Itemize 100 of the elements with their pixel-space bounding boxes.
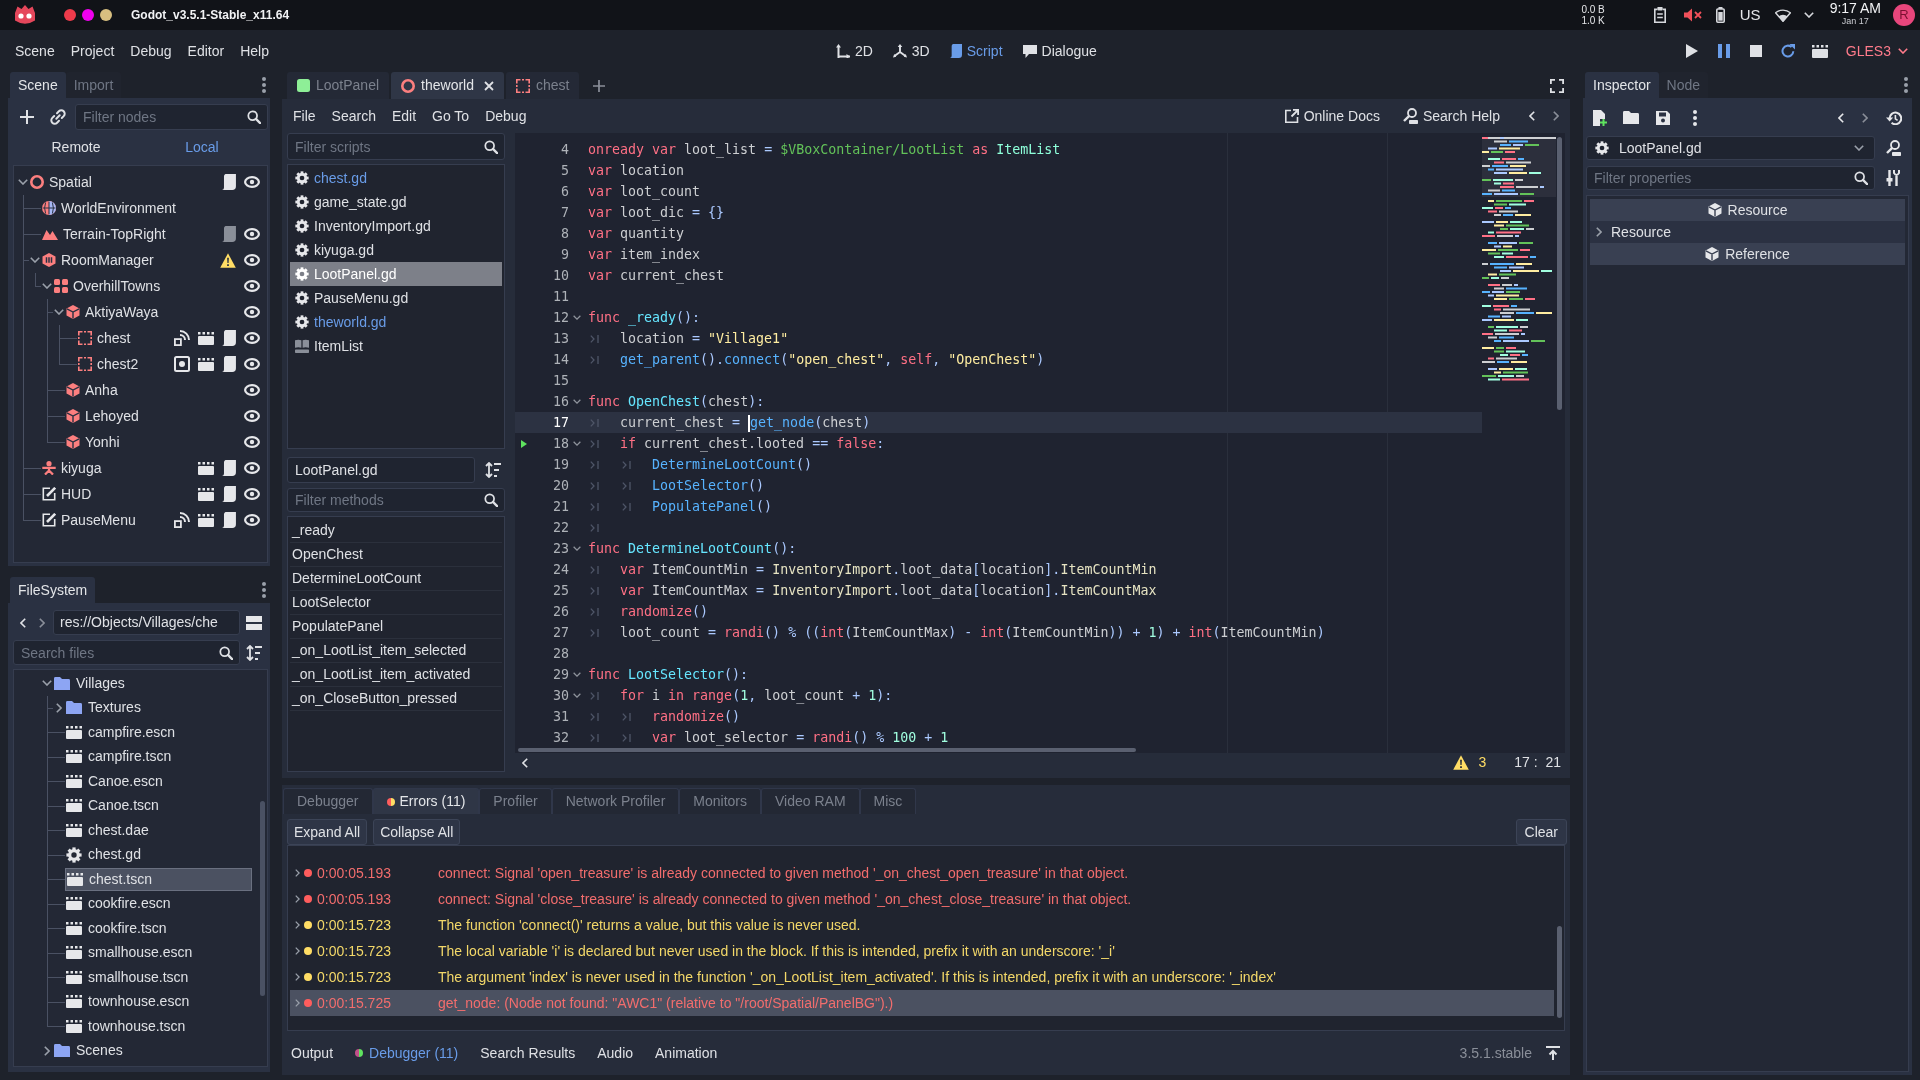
chevron-right-icon[interactable] [44, 1045, 50, 1056]
clapperboard-icon[interactable] [198, 513, 214, 527]
sort-icon[interactable] [485, 462, 501, 478]
script-item[interactable]: chest.gd [290, 166, 502, 190]
tree-item[interactable]: chest.dae [65, 818, 252, 842]
script-item[interactable]: game_state.gd [290, 190, 502, 214]
kebab-icon[interactable] [1904, 77, 1908, 93]
method-item[interactable]: OpenChest [290, 543, 502, 567]
clipboard-icon[interactable] [1653, 7, 1666, 23]
document-icon[interactable] [222, 330, 236, 346]
filter-field[interactable]: Filter methods [287, 488, 505, 512]
workspace-button[interactable]: 2D [825, 36, 883, 66]
method-item[interactable]: LootSelector [290, 591, 502, 615]
eye-icon[interactable] [244, 306, 260, 318]
tree-item[interactable]: Yonhi [66, 431, 120, 453]
tree-item[interactable]: cookfire.escn [65, 892, 252, 916]
tree-item[interactable]: smallhouse.tscn [65, 965, 252, 989]
chevron-down-icon[interactable] [42, 680, 52, 687]
chevron-down-icon[interactable] [54, 309, 64, 315]
chevron-left-icon[interactable] [522, 757, 528, 768]
log-row[interactable]: 0:00:15.723 The argument 'index' is never used in the function '_on_LootList_item_activated'. If this is intended, prefix it with an underscore: '_index' [290, 964, 1554, 990]
menu-item[interactable]: Debug [477, 104, 535, 128]
menu-item[interactable]: Go To [424, 104, 478, 128]
chevron-right-icon[interactable] [56, 702, 62, 713]
dock-tab[interactable]: Inspector [1585, 72, 1659, 98]
menu-item[interactable]: Scene [7, 37, 63, 65]
tree-item[interactable]: Textures [65, 696, 252, 720]
chevron-right-icon[interactable] [39, 617, 45, 628]
tree-item[interactable]: chest2 [78, 353, 139, 375]
script-item[interactable]: ItemList [290, 334, 502, 358]
debugger-tab[interactable]: Misc [859, 788, 917, 814]
method-item[interactable]: _ready [290, 519, 502, 543]
workspace-button[interactable]: Dialogue [1012, 36, 1107, 66]
tree-item[interactable]: chest.tscn [65, 867, 252, 891]
tree-item[interactable]: Canoe.escn [65, 769, 252, 793]
menu-item[interactable]: Debug [122, 37, 180, 65]
filter-field[interactable]: Filter scripts [287, 133, 505, 160]
pause-icon[interactable] [1717, 44, 1730, 58]
chevron-right-icon[interactable] [295, 947, 300, 955]
debugger-tab[interactable]: Debugger [283, 788, 373, 814]
expand-panel-icon[interactable] [1546, 1046, 1560, 1060]
kebab-icon[interactable] [1693, 109, 1697, 126]
signal-icon[interactable] [174, 512, 190, 528]
tree-item[interactable]: chest.gd [65, 843, 252, 867]
tree-item[interactable]: AktiyaWaya [66, 301, 159, 323]
action-button[interactable]: Collapse All [373, 819, 461, 845]
clear-button[interactable]: Clear [1515, 819, 1567, 845]
debugger-tab[interactable]: Network Profiler [551, 788, 680, 814]
eye-icon[interactable] [244, 410, 260, 422]
document-icon[interactable] [222, 460, 236, 476]
tree-item[interactable]: Terrain-TopRight [42, 223, 166, 245]
chevron-down-icon[interactable] [42, 283, 52, 289]
tree-item[interactable]: Villages [53, 671, 252, 695]
chevron-down-icon[interactable] [18, 179, 28, 185]
eye-icon[interactable] [244, 358, 260, 370]
menu-item[interactable]: Edit [383, 104, 425, 128]
tools-icon[interactable] [1886, 170, 1900, 186]
chevron-right-icon[interactable] [295, 999, 300, 1007]
workspace-button[interactable]: Script [939, 36, 1013, 66]
chevron-left-icon[interactable] [1529, 111, 1535, 121]
mode-tab[interactable]: Remote [13, 135, 139, 160]
history-icon[interactable] [1886, 110, 1902, 125]
script-item[interactable]: theworld.gd [290, 310, 502, 334]
tree-item[interactable]: HUD [42, 483, 92, 505]
document-tab[interactable]: theworld [391, 72, 504, 99]
method-item[interactable]: _on_LootList_item_selected [290, 639, 502, 663]
doc-search-icon[interactable] [1885, 140, 1901, 156]
eye-icon[interactable] [244, 384, 260, 396]
renderer-dropdown[interactable]: GLES3 [1845, 40, 1908, 62]
chevron-right-icon[interactable] [295, 973, 300, 981]
tree-item[interactable]: OverhillTowns [54, 275, 161, 297]
clapperboard-icon[interactable] [198, 331, 214, 345]
eye-icon[interactable] [244, 280, 260, 292]
kebab-icon[interactable] [262, 77, 266, 93]
tree-item[interactable]: Scenes [53, 1039, 252, 1063]
method-item[interactable]: PopulatePanel [290, 615, 502, 639]
clapperboard-icon[interactable] [198, 357, 214, 371]
tree-item[interactable]: smallhouse.escn [65, 941, 252, 965]
eye-icon[interactable] [244, 332, 260, 344]
tree-item[interactable]: PauseMenu [42, 509, 136, 531]
log-row[interactable]: 0:00:15.723 The function 'connect()' returns a value, but this value is never used. [290, 912, 1554, 938]
panel-tab[interactable]: Audio [589, 1040, 642, 1066]
tree-item[interactable]: cookfire.tscn [65, 916, 252, 940]
chevron-right-icon[interactable] [295, 869, 300, 877]
sort-icon[interactable] [246, 644, 262, 661]
script-item[interactable]: kiyuga.gd [290, 238, 502, 262]
document-icon[interactable] [222, 356, 236, 372]
signal-icon[interactable] [174, 330, 190, 346]
section-toggle[interactable]: Resource [1590, 221, 1905, 243]
folder-icon[interactable] [1623, 111, 1639, 124]
eye-icon[interactable] [244, 436, 260, 448]
path-field[interactable]: res://Objects/Villages/che [53, 610, 240, 635]
log-row[interactable]: 0:00:05.193 connect: Signal 'open_treasure' is already connected to given method '_on_chest_open_treasure' in that object. [290, 860, 1554, 886]
panel-tab[interactable]: Search Results [472, 1040, 584, 1066]
document-icon[interactable] [222, 486, 236, 502]
chevron-right-icon[interactable] [1862, 112, 1868, 123]
reload-icon[interactable] [1780, 44, 1795, 58]
chevron-left-icon[interactable] [20, 617, 26, 628]
help-button[interactable]: Search Help [1395, 104, 1506, 128]
scrollbar-thumb[interactable] [260, 801, 265, 996]
